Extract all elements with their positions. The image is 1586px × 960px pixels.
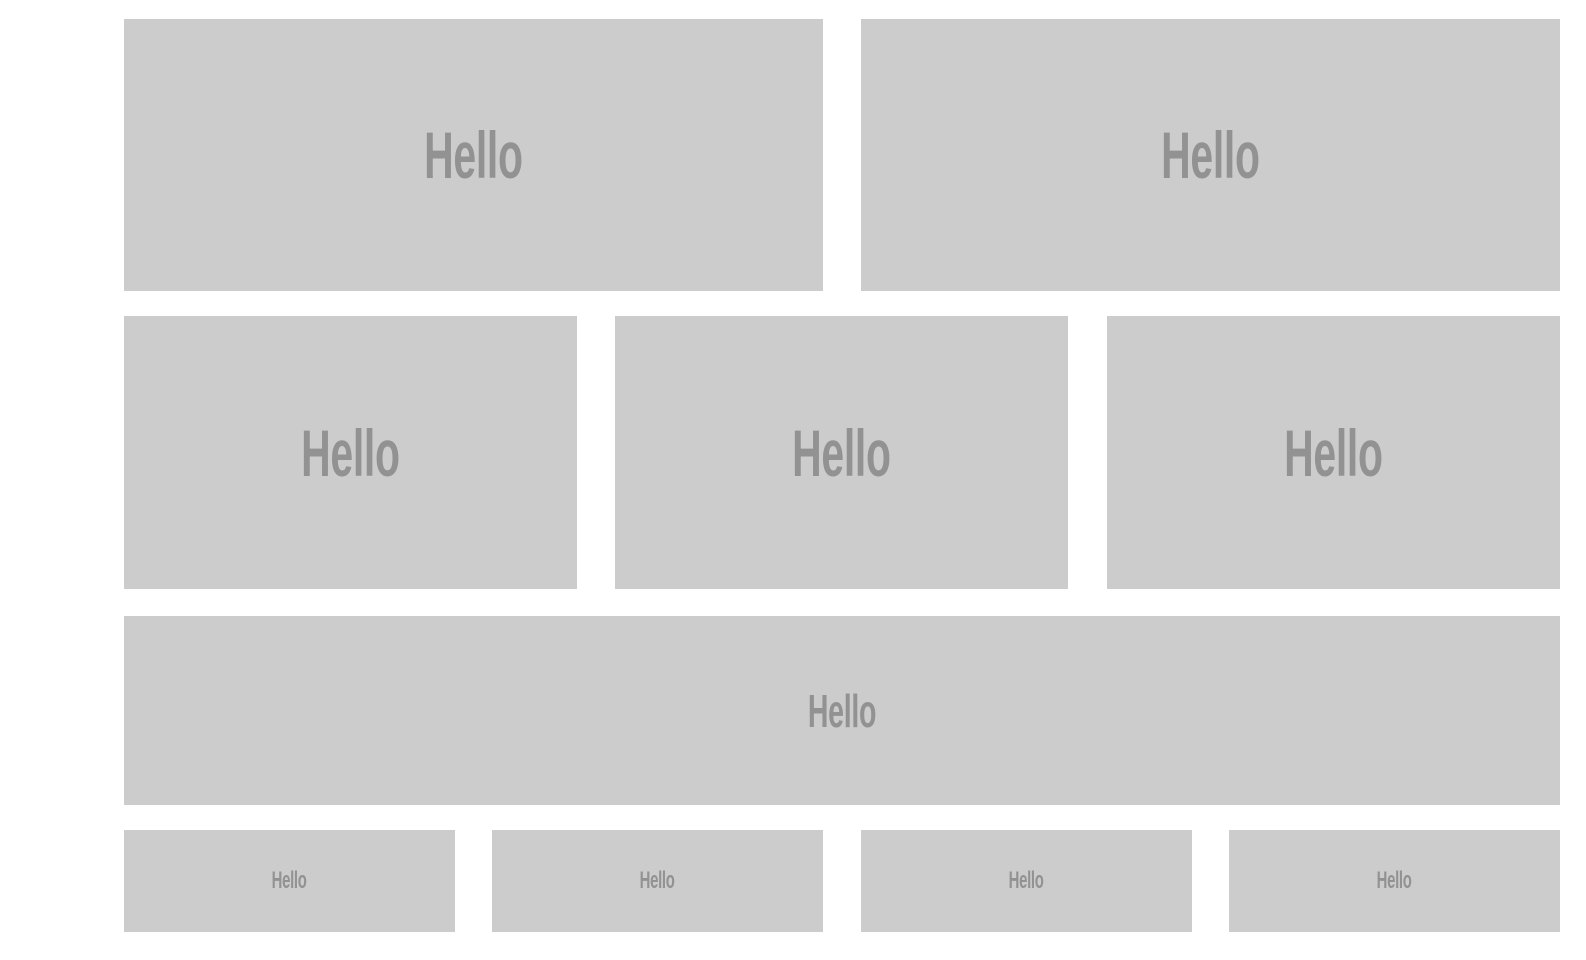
tile-row4-col3: Hello — [861, 830, 1192, 932]
tile-row1-col1: Hello — [124, 19, 823, 291]
tile-row4-col4: Hello — [1229, 830, 1560, 932]
tile-label: Hello — [1377, 867, 1412, 894]
tile-row2-col2: Hello — [615, 316, 1068, 589]
tile-label: Hello — [1284, 415, 1383, 490]
tile-label: Hello — [272, 867, 307, 894]
tile-label: Hello — [792, 415, 891, 490]
tile-label: Hello — [424, 118, 523, 192]
tile-label: Hello — [807, 684, 877, 737]
tile-row4-col1: Hello — [124, 830, 455, 932]
tile-label: Hello — [301, 415, 400, 490]
tile-row2-col3: Hello — [1107, 316, 1560, 589]
tile-grid: Hello Hello Hello Hello Hello Hello Hell… — [0, 0, 1586, 960]
tile-row3-col1: Hello — [124, 616, 1560, 805]
tile-label: Hello — [1161, 118, 1260, 192]
tile-row4-col2: Hello — [492, 830, 823, 932]
tile-label: Hello — [1009, 867, 1044, 894]
tile-row2-col1: Hello — [124, 316, 577, 589]
tile-row1-col2: Hello — [861, 19, 1560, 291]
tile-label: Hello — [640, 867, 675, 894]
